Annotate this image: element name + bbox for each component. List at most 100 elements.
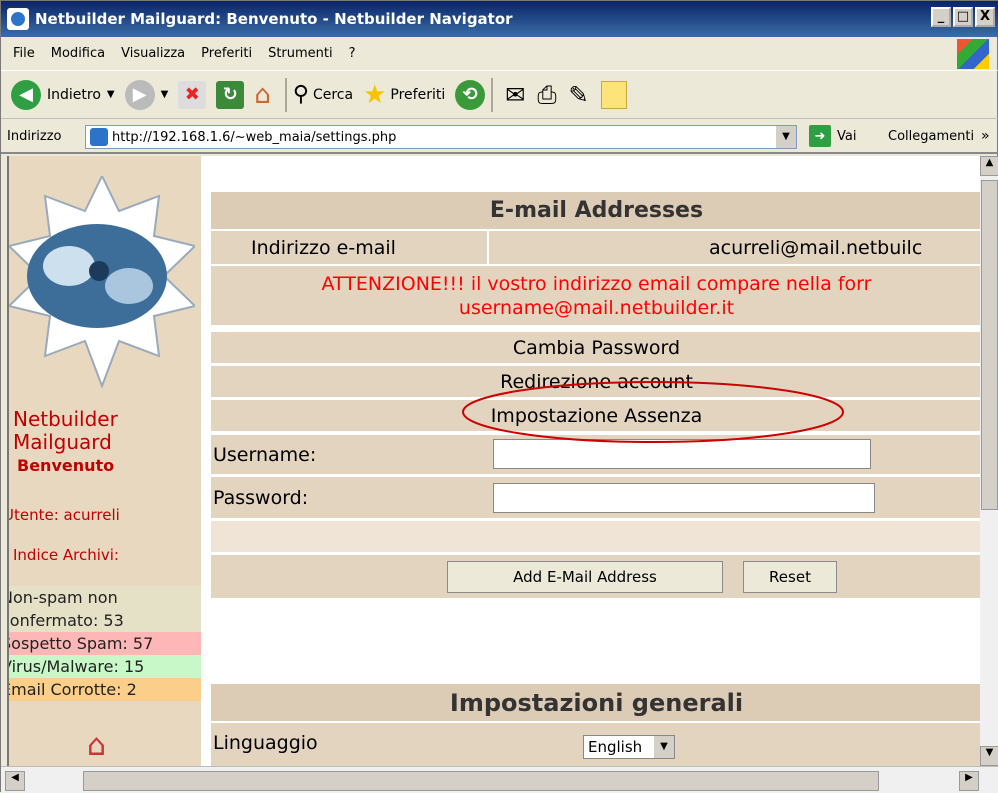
email-address-row: Indirizzo e-mail acurreli@mail.netbuilc — [211, 230, 980, 265]
warning-username: username@mail.netbuilder.it — [458, 297, 735, 319]
scroll-left-icon[interactable]: ◀ — [5, 771, 25, 791]
reset-button[interactable]: Reset — [743, 561, 837, 593]
back-arrow-icon: ◀ — [11, 79, 41, 110]
welcome-text: Benvenuto — [17, 456, 115, 475]
change-password-link[interactable]: Cambia Password — [211, 331, 980, 363]
toolbar-separator — [284, 77, 287, 112]
scroll-right-icon[interactable]: ▶ — [959, 771, 979, 791]
address-label: Indirizzo — [7, 128, 62, 144]
print-icon[interactable]: ⎙ — [537, 81, 556, 109]
button-row: Add E-Mail Address Reset — [211, 554, 980, 598]
horizontal-scrollbar[interactable]: ◀ ▶ — [1, 766, 998, 793]
password-row: Password: — [211, 476, 980, 518]
address-input[interactable]: http://192.168.1.6/~web_maia/settings.ph… — [85, 125, 797, 149]
archive-stat-item[interactable]: Non-spam non — [9, 586, 201, 609]
cell-divider — [487, 231, 489, 265]
back-label: Indietro — [47, 86, 101, 103]
archive-stat-item[interactable]: Virus/Malware: 15 — [9, 655, 201, 678]
notes-icon[interactable] — [600, 80, 627, 109]
warning-text: ATTENZIONE!!! il vostro indirizzo email … — [321, 273, 872, 295]
email-address-label: Indirizzo e-mail — [251, 237, 396, 259]
language-row: Linguaggio English ▼ — [211, 722, 980, 766]
back-button[interactable]: ◀ Indietro ▼ — [11, 79, 115, 110]
favorites-button[interactable]: ★ Preferiti — [363, 80, 445, 110]
menu-bar: File Modifica Visualizza Preferiti Strum… — [1, 37, 998, 71]
menu-visualizza[interactable]: Visualizza — [121, 46, 185, 61]
favorites-label: Preferiti — [390, 86, 446, 103]
chevron-down-icon: ▼ — [160, 89, 169, 100]
sidebar: Netbuilder Mailguard Benvenuto Utente: a… — [9, 156, 201, 766]
menu-help[interactable]: ? — [349, 46, 356, 61]
password-label: Password: — [213, 487, 309, 509]
language-label: Linguaggio — [213, 732, 318, 754]
email-addresses-heading: E-mail Addresses — [211, 191, 980, 229]
search-label: Cerca — [312, 86, 354, 103]
archive-stat-item[interactable]: confermato: 53 — [9, 609, 201, 632]
archive-index-label[interactable]: Indice Archivi: — [13, 546, 119, 564]
maximize-button[interactable]: □ — [953, 7, 973, 27]
password-input[interactable] — [493, 483, 875, 513]
general-settings-heading: Impostazioni generali — [211, 683, 980, 721]
chevron-right-icon[interactable]: » — [981, 128, 990, 144]
email-address-value: acurreli@mail.netbuilc — [709, 237, 923, 259]
search-icon: ⚲ — [292, 82, 309, 107]
spacer-row — [211, 520, 980, 552]
history-icon[interactable]: ⟲ — [455, 79, 486, 110]
close-button[interactable]: X — [975, 7, 995, 27]
menu-preferiti[interactable]: Preferiti — [201, 46, 252, 61]
window-title: Netbuilder Mailguard: Benvenuto - Netbui… — [35, 10, 513, 28]
archive-stat-item[interactable]: Sospetto Spam: 57 — [9, 632, 201, 655]
go-label: Vai — [837, 128, 857, 144]
stop-icon[interactable]: ✖ — [178, 80, 207, 109]
page-icon — [90, 128, 108, 146]
language-select[interactable]: English ▼ — [583, 735, 675, 759]
username-label: Username: — [213, 444, 317, 466]
home-house-icon[interactable]: ⌂ — [87, 728, 106, 763]
toolbar: ◀ Indietro ▼ ▶ ▼ ✖ ↻ ⌂ ⚲ Cerca ★ Preferi… — [1, 71, 998, 119]
forward-button[interactable]: ▶ ▼ — [124, 79, 169, 110]
title-bar: Netbuilder Mailguard: Benvenuto - Netbui… — [1, 1, 998, 37]
brand-title: Netbuilder Mailguard — [13, 408, 118, 454]
page-viewport: Netbuilder Mailguard Benvenuto Utente: a… — [7, 156, 980, 766]
mail-icon[interactable]: ✉ — [505, 81, 525, 109]
scroll-thumb[interactable] — [981, 180, 998, 510]
warning-box: ATTENZIONE!!! il vostro indirizzo email … — [211, 265, 980, 325]
dropdown-arrow-icon: ▼ — [654, 736, 674, 758]
windows-logo-icon — [957, 39, 989, 69]
dropdown-arrow-icon[interactable]: ▼ — [776, 126, 796, 148]
refresh-icon[interactable]: ↻ — [216, 80, 245, 109]
browser-icon — [7, 8, 29, 30]
home-icon[interactable]: ⌂ — [254, 80, 271, 110]
menu-file[interactable]: File — [13, 46, 35, 61]
chevron-down-icon: ▼ — [106, 89, 115, 100]
hscroll-thumb[interactable] — [83, 771, 879, 791]
go-button[interactable]: ➜ Vai — [809, 125, 856, 147]
address-bar: Indirizzo http://192.168.1.6/~web_maia/s… — [1, 120, 998, 154]
links-button[interactable]: Collegamenti — [888, 129, 974, 144]
add-email-button[interactable]: Add E-Mail Address — [447, 561, 723, 593]
address-url: http://192.168.1.6/~web_maia/settings.ph… — [112, 129, 397, 145]
toolbar-separator — [491, 77, 494, 112]
minimize-button[interactable]: _ — [931, 7, 951, 27]
main-content: E-mail Addresses Indirizzo e-mail acurre… — [201, 156, 980, 766]
browser-window: Netbuilder Mailguard: Benvenuto - Netbui… — [0, 0, 998, 793]
menu-strumenti[interactable]: Strumenti — [268, 46, 333, 61]
brand-line-2: Mailguard — [13, 430, 112, 454]
scroll-down-icon[interactable]: ▼ — [980, 746, 998, 766]
menu-modifica[interactable]: Modifica — [51, 46, 105, 61]
forward-arrow-icon: ▶ — [124, 79, 155, 110]
brand-line-1: Netbuilder — [13, 407, 118, 431]
mailguard-logo — [9, 173, 197, 406]
vertical-scrollbar[interactable]: ▲ ▼ — [980, 156, 998, 766]
go-arrow-icon: ➜ — [809, 125, 831, 147]
language-value: English — [588, 738, 643, 756]
edit-icon[interactable]: ✎ — [569, 81, 589, 109]
highlight-ellipse — [462, 381, 844, 443]
search-button[interactable]: ⚲ Cerca — [293, 82, 353, 107]
user-label: Utente: acurreli — [7, 506, 120, 524]
dog-star-logo-icon — [9, 173, 197, 389]
archive-stat-item[interactable]: Email Corrotte: 2 — [9, 678, 201, 701]
scroll-up-icon[interactable]: ▲ — [980, 156, 998, 176]
archive-stats: Non-spam non confermato: 53 Sospetto Spam:… — [9, 586, 201, 701]
star-icon: ★ — [363, 79, 387, 110]
